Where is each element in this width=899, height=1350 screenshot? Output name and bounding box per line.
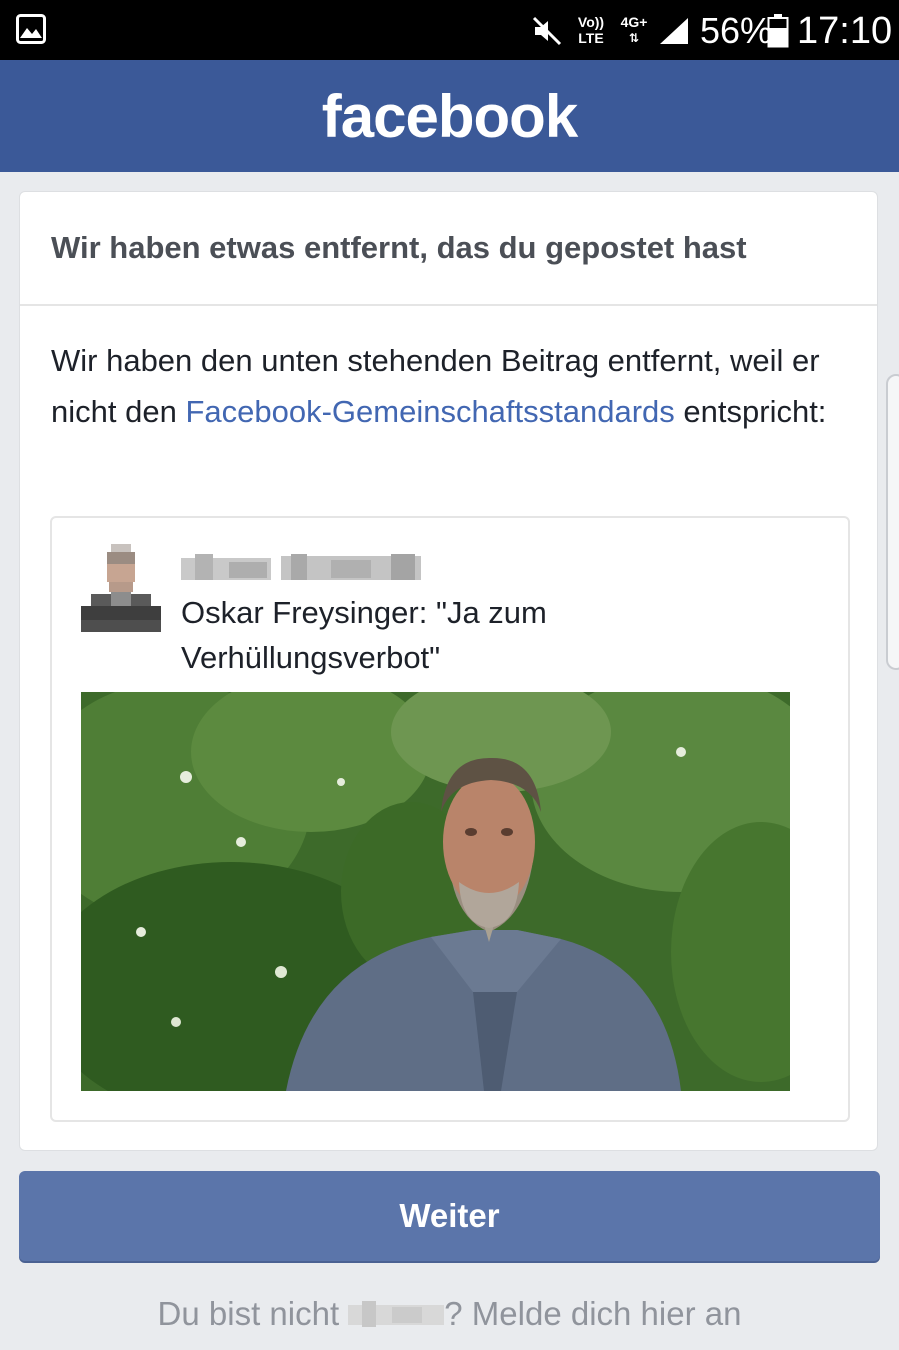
status-bar: Vo)) LTE 4G+ ⇅ 56% 17:10 [0, 0, 899, 60]
removal-notice-card: Wir haben etwas entfernt, das du geposte… [19, 191, 878, 1151]
scrollbar-handle[interactable] [886, 374, 899, 670]
continue-button[interactable]: Weiter [19, 1171, 880, 1261]
gallery-icon [16, 14, 46, 44]
mute-icon [532, 16, 562, 46]
network-type-indicator: 4G+ ⇅ [620, 14, 648, 45]
battery-percent: 56% [700, 10, 773, 51]
volte-indicator: Vo)) LTE [577, 14, 605, 46]
card-header: Wir haben etwas entfernt, das du geposte… [20, 192, 877, 306]
post-text: Oskar Freysinger: "Ja zum Verhüllungsver… [181, 595, 547, 675]
login-link[interactable]: ? Melde dich hier an [444, 1295, 741, 1332]
battery-icon [767, 14, 789, 48]
author-avatar [81, 542, 161, 632]
post-photo [81, 692, 790, 1091]
signal-icon [660, 18, 688, 44]
notice-message-suffix: entspricht: [674, 394, 827, 429]
author-name-blurred [181, 554, 421, 580]
community-standards-link[interactable]: Facebook-Gemeinschaftsstandards [185, 394, 674, 429]
removed-post: Oskar Freysinger: "Ja zum Verhüllungsver… [50, 516, 850, 1122]
notice-title: Wir haben etwas entfernt, das du geposte… [51, 230, 747, 265]
notice-message: Wir haben den unten stehenden Beitrag en… [51, 335, 841, 437]
facebook-logo[interactable]: facebook [322, 82, 578, 152]
app-header: facebook [0, 60, 899, 172]
login-hint: Du bist nicht ? Melde dich hier an [0, 1292, 899, 1336]
clock: 17:10 [797, 10, 893, 52]
login-hint-prefix: Du bist nicht [157, 1295, 349, 1332]
username-blurred [348, 1301, 445, 1327]
